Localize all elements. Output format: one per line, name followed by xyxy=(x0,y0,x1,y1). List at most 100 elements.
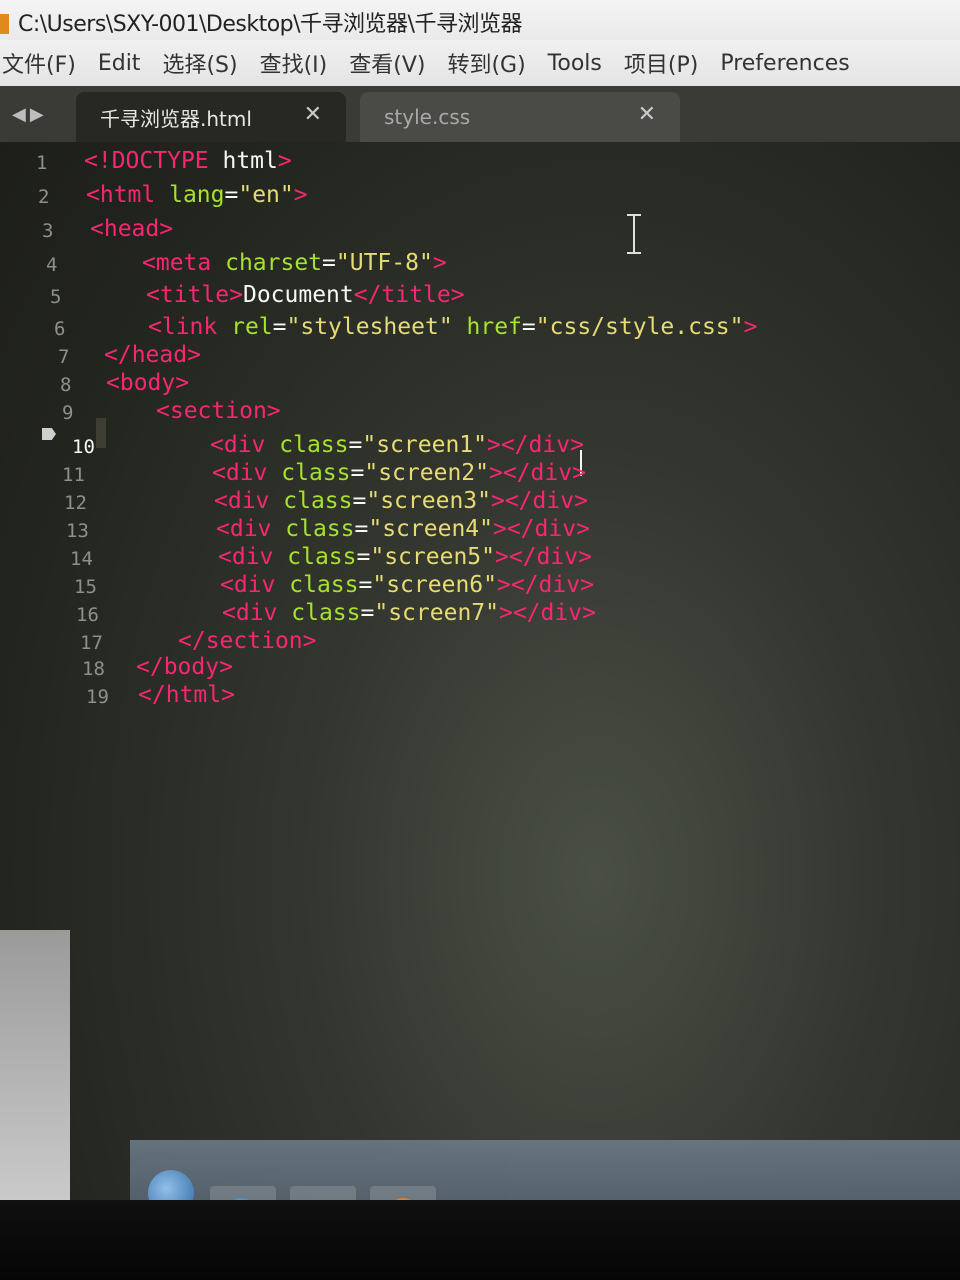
line-number: 16 xyxy=(76,604,99,626)
code-line[interactable]: <div class="screen7"></div> xyxy=(222,600,596,626)
tab-nav-arrows[interactable]: ◀▶ xyxy=(12,104,48,125)
code-token: body xyxy=(163,654,220,680)
code-line[interactable]: <section> xyxy=(156,398,281,424)
code-token: "stylesheet" xyxy=(286,314,453,340)
code-token: div xyxy=(225,460,268,486)
code-editor[interactable]: 1 2 3 4 5 6 7 8 9 10 11 12 13 14 15 16 17 18 19 <!DOCTYPE … xyxy=(0,142,960,1250)
line-number: 11 xyxy=(62,464,85,486)
code-token: ></ xyxy=(494,544,537,570)
close-icon[interactable]: ✕ xyxy=(638,102,656,127)
code-token: > xyxy=(576,516,590,542)
code-token: class xyxy=(277,600,361,626)
code-token: div xyxy=(229,516,272,542)
code-token: > xyxy=(302,628,317,654)
tab-next-icon[interactable]: ▶ xyxy=(30,104,48,125)
code-line[interactable]: <div class="screen3"></div> xyxy=(214,488,588,514)
line-number: 4 xyxy=(46,254,58,276)
close-icon[interactable]: ✕ xyxy=(304,102,322,127)
code-token: html xyxy=(165,682,222,708)
code-token: ></ xyxy=(490,488,533,514)
code-token: class xyxy=(269,488,353,514)
menu-view[interactable]: 查看(V) xyxy=(349,47,425,79)
current-line-highlight xyxy=(96,418,106,448)
code-token: class xyxy=(265,432,349,458)
code-token: div xyxy=(528,432,571,458)
menu-preferences[interactable]: Preferences xyxy=(720,51,849,76)
code-token: "screen7" xyxy=(374,600,499,626)
code-token: "en" xyxy=(238,182,294,208)
code-line[interactable]: <title>Document</title> xyxy=(146,282,465,308)
code-line[interactable]: <!DOCTYPE html> xyxy=(84,148,292,174)
code-token: < xyxy=(106,370,120,396)
code-token: </ xyxy=(136,654,164,680)
code-token: </ xyxy=(104,342,132,368)
code-line[interactable]: <body> xyxy=(106,370,189,396)
code-token: charset xyxy=(211,250,323,276)
code-line[interactable]: <head> xyxy=(90,216,173,242)
code-token: div xyxy=(231,544,274,570)
tab-html-file[interactable]: 千寻浏览器.html ✕ xyxy=(76,92,346,142)
code-token: = xyxy=(348,432,363,458)
code-token: < xyxy=(146,282,160,308)
code-token: class xyxy=(275,572,359,598)
tab-prev-icon[interactable]: ◀ xyxy=(12,104,30,125)
code-token: meta xyxy=(155,250,212,276)
menu-project[interactable]: 项目(P) xyxy=(624,47,698,79)
code-line[interactable]: </html> xyxy=(138,682,235,708)
code-token: body xyxy=(119,370,176,396)
code-token: = xyxy=(521,314,536,340)
code-token: < xyxy=(218,544,232,570)
code-token: < xyxy=(212,460,226,486)
code-token: = xyxy=(352,488,367,514)
code-line[interactable]: <div class="screen2"></div> xyxy=(212,460,586,486)
code-token: div xyxy=(536,544,579,570)
menu-tools[interactable]: Tools xyxy=(548,51,602,76)
code-token: </ xyxy=(353,282,382,308)
code-line[interactable]: <link rel="stylesheet" href="css/style.c… xyxy=(148,314,757,340)
code-token: class xyxy=(267,460,351,486)
code-token: <! xyxy=(84,148,112,174)
code-line[interactable]: </section> xyxy=(178,628,317,654)
code-token: head xyxy=(103,216,160,242)
code-line[interactable]: <div class="screen1"></div> xyxy=(210,432,584,458)
line-number: 19 xyxy=(86,686,109,708)
code-token: "screen6" xyxy=(372,572,497,598)
menu-find[interactable]: 查找(I) xyxy=(260,47,328,79)
line-number: 6 xyxy=(54,318,66,340)
code-line[interactable]: </head> xyxy=(104,342,201,368)
menu-edit[interactable]: Edit xyxy=(98,51,141,76)
code-token: html xyxy=(208,148,278,174)
code-token: "screen1" xyxy=(362,432,487,458)
code-token: "screen3" xyxy=(366,488,491,514)
code-token: < xyxy=(156,398,170,424)
code-token: < xyxy=(90,216,104,242)
code-token: > xyxy=(277,148,292,174)
code-token: = xyxy=(272,314,287,340)
line-number: 15 xyxy=(74,576,97,598)
menu-file[interactable]: 文件(F) xyxy=(2,47,76,79)
tab-bar: ◀▶ 千寻浏览器.html ✕ style.css ✕ xyxy=(0,86,960,142)
code-token: > xyxy=(570,432,584,458)
code-token: = xyxy=(360,600,375,626)
code-line[interactable]: </body> xyxy=(136,654,233,680)
code-line[interactable]: <meta charset="UTF-8"> xyxy=(142,250,447,276)
app-icon xyxy=(0,14,9,34)
menu-selection[interactable]: 选择(S) xyxy=(162,47,237,79)
code-token: < xyxy=(148,314,162,340)
code-token: < xyxy=(214,488,228,514)
code-line[interactable]: <div class="screen6"></div> xyxy=(220,572,594,598)
line-number: 18 xyxy=(82,658,105,680)
code-token: link xyxy=(161,314,218,340)
code-token: > xyxy=(450,282,465,308)
code-line[interactable]: <div class="screen5"></div> xyxy=(218,544,592,570)
tab-css-file[interactable]: style.css ✕ xyxy=(360,92,680,142)
code-token: div xyxy=(233,572,276,598)
code-token: = xyxy=(356,544,371,570)
code-token: title xyxy=(381,282,451,308)
code-token: > xyxy=(159,216,174,242)
code-line[interactable]: <div class="screen4"></div> xyxy=(216,516,590,542)
menu-goto[interactable]: 转到(G) xyxy=(447,47,525,79)
code-token: </ xyxy=(178,628,206,654)
code-line[interactable]: <html lang="en"> xyxy=(86,182,308,208)
window-title: C:\Users\SXY-001\Desktop\千寻浏览器\千寻浏览器 xyxy=(18,12,522,37)
